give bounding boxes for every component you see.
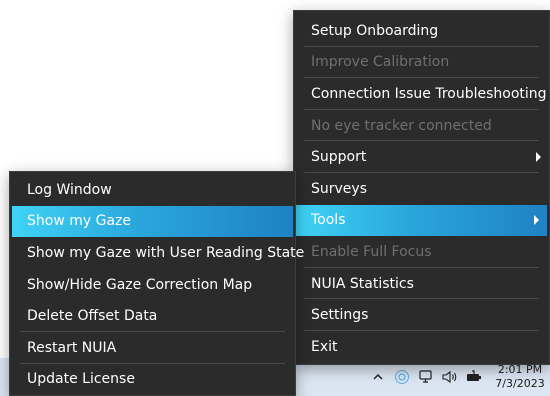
submenu-arrow-icon xyxy=(536,152,541,163)
menu-item-label: Update License xyxy=(27,371,135,388)
menu-item-label: Show/Hide Gaze Correction Map xyxy=(27,276,253,293)
menu-item-label: Log Window xyxy=(27,181,112,198)
menu-item-label: NUIA Statistics xyxy=(311,275,414,292)
chevron-up-icon[interactable] xyxy=(366,365,390,389)
menu-item-label: Support xyxy=(311,149,367,166)
menu-item-update-license[interactable]: Update License xyxy=(10,364,295,396)
menu-item-eye-tracker-status: No eye tracker connected xyxy=(294,110,549,142)
menu-item-toggle-gaze-correction-map[interactable]: Show/Hide Gaze Correction Map xyxy=(10,269,295,301)
volume-icon[interactable] xyxy=(438,365,462,389)
menu-item-label: Exit xyxy=(311,338,338,355)
menu-item-label: Improve Calibration xyxy=(311,54,450,71)
menu-item-label: Connection Issue Troubleshooting xyxy=(311,85,547,102)
menu-item-show-my-gaze[interactable]: Show my Gaze xyxy=(12,205,293,238)
menu-item-log-window[interactable]: Log Window xyxy=(10,174,295,206)
battery-icon[interactable] xyxy=(462,365,486,389)
menu-item-exit[interactable]: Exit xyxy=(294,331,549,363)
network-icon[interactable] xyxy=(414,365,438,389)
menu-item-label: Delete Offset Data xyxy=(27,308,158,325)
clock-time: 2:01 PM xyxy=(497,363,543,376)
menu-item-enable-full-focus: Enable Full Focus xyxy=(294,236,549,268)
menu-item-label: Show my Gaze with User Reading State xyxy=(27,244,305,261)
menu-item-label: Surveys xyxy=(311,180,367,197)
menu-item-setup-onboarding[interactable]: Setup Onboarding xyxy=(294,15,549,47)
clock-date: 7/3/2023 xyxy=(495,377,545,390)
nuia-tray-icon[interactable] xyxy=(390,365,414,389)
menu-item-nuia-statistics[interactable]: NUIA Statistics xyxy=(294,268,549,300)
menu-item-label: Show my Gaze xyxy=(27,213,131,230)
menu-item-connection-troubleshooting[interactable]: Connection Issue Troubleshooting xyxy=(294,78,549,110)
tools-submenu: Log Window Show my Gaze Show my Gaze wit… xyxy=(9,171,304,396)
nuia-context-menu: Setup Onboarding Improve Calibration Con… xyxy=(293,10,550,365)
menu-item-tools[interactable]: Tools xyxy=(296,204,547,237)
menu-item-delete-offset-data[interactable]: Delete Offset Data xyxy=(10,300,295,332)
menu-item-label: No eye tracker connected xyxy=(311,117,492,134)
menu-item-label: Tools xyxy=(311,212,346,229)
menu-item-restart-nuia[interactable]: Restart NUIA xyxy=(10,332,295,364)
menu-item-support[interactable]: Support xyxy=(294,141,549,173)
clock[interactable]: 2:01 PM 7/3/2023 xyxy=(490,363,550,391)
menu-item-label: Enable Full Focus xyxy=(311,243,432,260)
menu-item-surveys[interactable]: Surveys xyxy=(294,173,549,205)
menu-item-settings[interactable]: Settings xyxy=(294,299,549,331)
menu-item-label: Restart NUIA xyxy=(27,339,117,356)
submenu-arrow-icon xyxy=(534,215,539,226)
menu-item-label: Settings xyxy=(311,307,369,324)
menu-item-improve-calibration: Improve Calibration xyxy=(294,47,549,79)
menu-item-show-gaze-reading-state[interactable]: Show my Gaze with User Reading State xyxy=(10,237,304,269)
menu-item-label: Setup Onboarding xyxy=(311,22,439,39)
